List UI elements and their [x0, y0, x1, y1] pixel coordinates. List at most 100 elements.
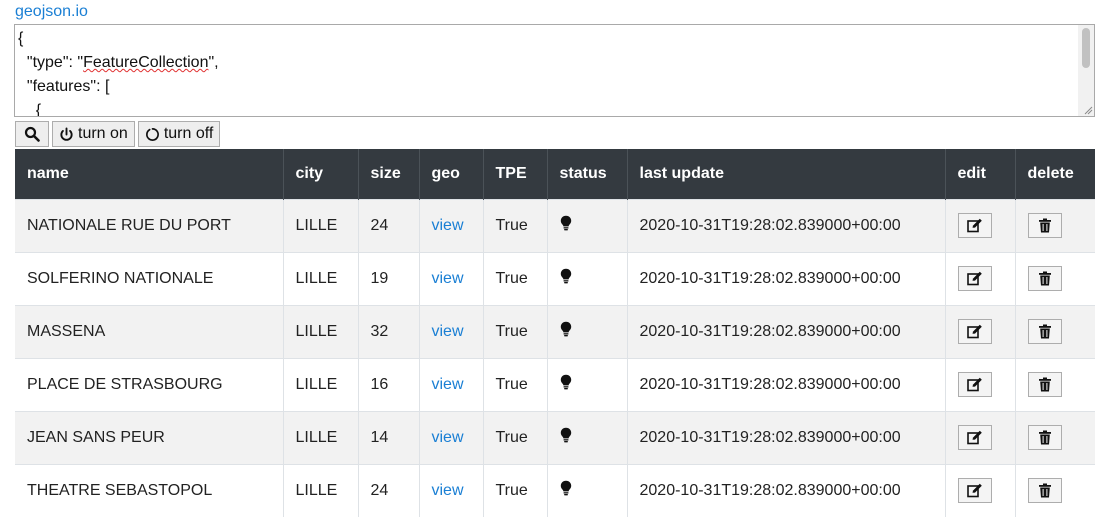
trash-icon: [1038, 483, 1052, 498]
edit-button[interactable]: [957, 425, 992, 450]
cell-geo: view: [419, 198, 484, 252]
cell-city: LILLE: [283, 304, 359, 358]
table-header: name city size geo TPE status last updat…: [15, 149, 1095, 199]
view-geo-link[interactable]: view: [432, 323, 464, 340]
table-row: NATIONALE RUE DU PORT LILLE 24 view True 2020…: [15, 198, 1095, 252]
table-row: SOLFERINO NATIONALE LILLE 19 view True 2020-1…: [15, 251, 1095, 305]
edit-icon: [966, 377, 983, 392]
power-on-icon: [60, 126, 73, 141]
cell-last-update: 2020-10-31T19:28:02.839000+00:00: [627, 251, 946, 305]
cell-geo: view: [419, 304, 484, 358]
table-body: NATIONALE RUE DU PORT LILLE 24 view True 2020…: [15, 198, 1095, 517]
cell-last-update: 2020-10-31T19:28:02.839000+00:00: [627, 198, 946, 252]
cell-geo: view: [419, 410, 484, 464]
cell-size: 16: [358, 357, 420, 411]
delete-button[interactable]: [1027, 425, 1062, 450]
cell-name: SOLFERINO NATIONALE: [15, 251, 284, 305]
cell-geo: view: [419, 251, 484, 305]
cell-size: 19: [358, 251, 420, 305]
edit-button[interactable]: [957, 213, 992, 238]
cell-geo: view: [419, 357, 484, 411]
lightbulb-icon: [560, 268, 572, 289]
cell-status: [547, 304, 628, 358]
view-geo-link[interactable]: view: [432, 270, 464, 287]
column-header-last-update: last update: [627, 149, 946, 199]
cell-tpe: True: [483, 304, 548, 358]
textarea-scrollbar[interactable]: [1078, 25, 1094, 116]
view-geo-link[interactable]: view: [432, 429, 464, 446]
edit-button[interactable]: [957, 266, 992, 291]
cell-edit: [945, 304, 1016, 358]
turn-on-label: turn on: [78, 125, 128, 142]
cell-geo: view: [419, 463, 484, 517]
view-geo-link[interactable]: view: [432, 217, 464, 234]
cell-name: NATIONALE RUE DU PORT: [15, 198, 284, 252]
view-geo-link[interactable]: view: [432, 482, 464, 499]
delete-button[interactable]: [1027, 213, 1062, 238]
cell-delete: [1015, 463, 1095, 517]
column-header-status: status: [547, 149, 628, 199]
trash-icon: [1038, 377, 1052, 392]
cell-last-update: 2020-10-31T19:28:02.839000+00:00: [627, 304, 946, 358]
turn-off-label: turn off: [163, 125, 214, 142]
cell-tpe: True: [483, 251, 548, 305]
resize-grip-icon[interactable]: [1083, 105, 1093, 115]
search-button[interactable]: [15, 121, 49, 147]
cell-city: LILLE: [283, 410, 359, 464]
geojson-io-link[interactable]: geojson.io: [15, 3, 88, 21]
scrollbar-thumb[interactable]: [1082, 28, 1090, 68]
column-header-tpe: TPE: [483, 149, 548, 199]
cell-name: PLACE DE STRASBOURG: [15, 357, 284, 411]
edit-button[interactable]: [957, 319, 992, 344]
cell-size: 32: [358, 304, 420, 358]
cell-status: [547, 463, 628, 517]
edit-icon: [966, 218, 983, 233]
cell-last-update: 2020-10-31T19:28:02.839000+00:00: [627, 463, 946, 517]
lightbulb-icon: [560, 374, 572, 395]
delete-button[interactable]: [1027, 319, 1062, 344]
cell-city: LILLE: [283, 357, 359, 411]
delete-button[interactable]: [1027, 266, 1062, 291]
cell-size: 14: [358, 410, 420, 464]
cell-name: MASSENA: [15, 304, 284, 358]
cell-delete: [1015, 410, 1095, 464]
cell-tpe: True: [483, 463, 548, 517]
cell-city: LILLE: [283, 463, 359, 517]
toolbar: turn on turn off: [15, 121, 221, 147]
turn-off-button[interactable]: turn off: [137, 121, 221, 147]
delete-button[interactable]: [1027, 372, 1062, 397]
edit-icon: [966, 271, 983, 286]
edit-icon: [966, 324, 983, 339]
edit-icon: [966, 483, 983, 498]
edit-button[interactable]: [957, 372, 992, 397]
cell-last-update: 2020-10-31T19:28:02.839000+00:00: [627, 357, 946, 411]
power-off-icon: [145, 127, 159, 141]
cell-name: JEAN SANS PEUR: [15, 410, 284, 464]
column-header-geo: geo: [419, 149, 484, 199]
table-row: JEAN SANS PEUR LILLE 14 view True 2020-10-31T…: [15, 410, 1095, 464]
view-geo-link[interactable]: view: [432, 376, 464, 393]
turn-on-button[interactable]: turn on: [52, 121, 135, 147]
cell-city: LILLE: [283, 198, 359, 252]
edit-icon: [966, 430, 983, 445]
lightbulb-icon: [560, 480, 572, 501]
geojson-textarea[interactable]: { "type": "FeatureCollection", "features…: [14, 24, 1095, 117]
cell-size: 24: [358, 198, 420, 252]
cell-city: LILLE: [283, 251, 359, 305]
trash-icon: [1038, 430, 1052, 445]
column-header-size: size: [358, 149, 420, 199]
cell-last-update: 2020-10-31T19:28:02.839000+00:00: [627, 410, 946, 464]
cell-status: [547, 251, 628, 305]
cell-tpe: True: [483, 410, 548, 464]
cell-tpe: True: [483, 357, 548, 411]
cell-name: THEATRE SEBASTOPOL: [15, 463, 284, 517]
delete-button[interactable]: [1027, 478, 1062, 504]
cell-edit: [945, 463, 1016, 517]
cell-status: [547, 357, 628, 411]
lightbulb-icon: [560, 321, 572, 342]
edit-button[interactable]: [957, 478, 992, 504]
trash-icon: [1038, 218, 1052, 233]
cell-delete: [1015, 304, 1095, 358]
cell-delete: [1015, 251, 1095, 305]
cell-edit: [945, 357, 1016, 411]
